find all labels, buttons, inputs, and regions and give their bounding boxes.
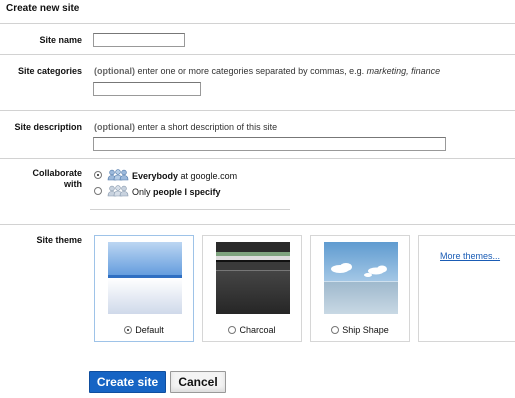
- collaborate-label-line1: Collaborate: [32, 168, 82, 178]
- site-name-input[interactable]: [93, 33, 185, 47]
- divider: [0, 158, 515, 159]
- hint-text: enter one or more categories separated b…: [135, 66, 367, 76]
- collaborate-specific-text[interactable]: Only people I specify: [132, 187, 221, 197]
- everybody-label: Everybody: [132, 171, 179, 181]
- theme-option-ship-shape[interactable]: Ship Shape: [311, 325, 409, 335]
- theme-card-more: More themes...: [418, 235, 515, 342]
- divider: [0, 23, 515, 24]
- site-description-input[interactable]: [93, 137, 446, 151]
- theme-card-ship-shape[interactable]: Ship Shape: [310, 235, 410, 342]
- theme-default-radio[interactable]: [124, 326, 133, 334]
- collaborate-label-line2: with: [64, 179, 82, 189]
- people-specify-label: people I specify: [153, 187, 221, 197]
- theme-ship-shape-label: Ship Shape: [342, 325, 389, 335]
- page-title: Create new site: [6, 3, 80, 14]
- site-description-label: Site description: [14, 122, 82, 132]
- optional-tag: (optional): [94, 122, 135, 132]
- divider: [0, 110, 515, 111]
- site-categories-hint: (optional) enter one or more categories …: [94, 66, 440, 76]
- site-categories-label: Site categories: [17, 66, 82, 76]
- theme-charcoal-label: Charcoal: [239, 325, 276, 335]
- site-description-hint: (optional) enter a short description of …: [94, 122, 277, 132]
- cancel-button[interactable]: Cancel: [170, 371, 226, 393]
- divider: [0, 224, 515, 225]
- theme-card-charcoal[interactable]: Charcoal: [202, 235, 302, 342]
- theme-default-label: Default: [135, 325, 164, 335]
- hint-example: marketing, finance: [366, 66, 441, 76]
- theme-card-default[interactable]: Default: [94, 235, 194, 342]
- theme-charcoal-radio[interactable]: [228, 326, 237, 334]
- only-prefix: Only: [132, 187, 154, 197]
- hint-text: enter a short description of this site: [135, 122, 278, 132]
- collaborate-everybody-text[interactable]: Everybody at google.com: [132, 171, 237, 181]
- theme-option-default[interactable]: Default: [95, 325, 193, 335]
- collaborate-label: Collaborate with: [6, 168, 82, 190]
- default-theme-thumbnail: [108, 242, 182, 314]
- everybody-domain: at google.com: [178, 171, 238, 181]
- sub-divider: [90, 209, 290, 210]
- optional-tag: (optional): [94, 66, 135, 76]
- more-themes-link[interactable]: More themes...: [440, 251, 500, 261]
- site-name-label: Site name: [39, 35, 82, 45]
- theme-option-charcoal[interactable]: Charcoal: [203, 325, 301, 335]
- theme-ship-shape-radio[interactable]: [331, 326, 340, 334]
- collaborate-specific-radio[interactable]: [94, 187, 102, 195]
- people-icon: [107, 185, 129, 197]
- create-site-button[interactable]: Create site: [89, 371, 166, 393]
- ship-shape-theme-thumbnail: [324, 242, 398, 314]
- people-icon: [107, 169, 129, 181]
- charcoal-theme-thumbnail: [216, 242, 290, 314]
- divider: [0, 54, 515, 55]
- site-categories-input[interactable]: [93, 82, 201, 96]
- collaborate-everybody-radio[interactable]: [94, 171, 102, 179]
- site-theme-label: Site theme: [36, 235, 82, 245]
